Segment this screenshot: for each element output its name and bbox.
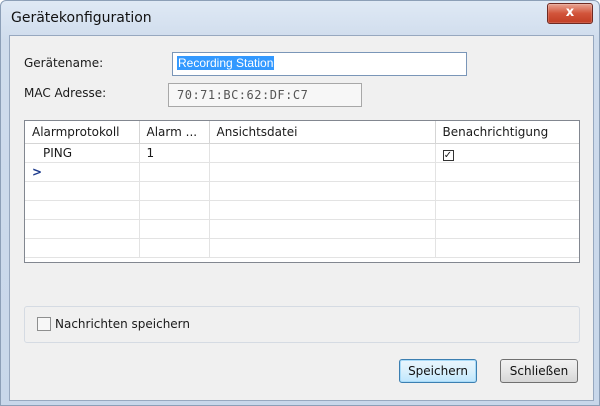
checkmark-icon: ✓ <box>443 150 453 161</box>
table-row-empty <box>25 200 579 220</box>
cell-notification[interactable]: ✓ <box>435 143 579 163</box>
cell-empty[interactable] <box>209 162 436 182</box>
alarm-grid[interactable]: Alarmprotokoll Alarm ... Ansichtsdatei B… <box>24 120 580 263</box>
mac-address-field: 70:71:BC:62:DF:C7 <box>168 83 362 107</box>
dialog-window: Gerätekonfiguration x Gerätename: Record… <box>0 0 600 406</box>
device-name-input[interactable]: Recording Station <box>172 52 467 76</box>
cell-empty[interactable] <box>139 162 210 182</box>
notification-checkbox[interactable]: ✓ <box>442 150 454 161</box>
window-title: Gerätekonfiguration <box>11 10 152 26</box>
cell-view-file[interactable] <box>209 143 436 163</box>
save-button[interactable]: Speichern <box>399 359 477 383</box>
column-header-alarm[interactable]: Alarm ... <box>139 121 210 144</box>
grid-header-row: Alarmprotokoll Alarm ... Ansichtsdatei B… <box>25 121 579 144</box>
cell-alarm[interactable]: 1 <box>139 143 210 163</box>
column-header-view-file[interactable]: Ansichtsdatei <box>209 121 436 144</box>
column-header-notification[interactable]: Benachrichtigung <box>435 121 579 144</box>
close-icon: x <box>565 5 575 20</box>
column-header-alarm-protocol[interactable]: Alarmprotokoll <box>25 121 140 144</box>
cell-protocol[interactable]: PING <box>25 143 140 163</box>
dialog-client-area: Gerätename: Recording Station MAC Adress… <box>9 35 594 401</box>
mac-address-label: MAC Adresse: <box>24 86 107 100</box>
options-group: Nachrichten speichern <box>24 306 580 343</box>
table-row[interactable]: PING 1 ✓ <box>25 143 579 163</box>
cell-row-indicator: > <box>25 162 140 182</box>
device-name-value: Recording Station <box>177 56 275 70</box>
close-dialog-button[interactable]: Schließen <box>500 359 578 383</box>
device-name-label: Gerätename: <box>24 56 104 70</box>
cell-empty[interactable] <box>435 162 579 182</box>
title-bar[interactable]: Gerätekonfiguration x <box>1 1 599 35</box>
save-messages-checkbox[interactable] <box>37 317 51 331</box>
table-row-empty <box>25 238 579 258</box>
table-row-empty <box>25 181 579 201</box>
table-row-new[interactable]: > <box>25 162 579 182</box>
save-messages-label[interactable]: Nachrichten speichern <box>55 317 190 331</box>
save-messages-option[interactable]: Nachrichten speichern <box>37 317 190 331</box>
close-button[interactable]: x <box>547 3 593 24</box>
row-indicator-icon: > <box>32 165 43 179</box>
table-row-empty <box>25 219 579 239</box>
